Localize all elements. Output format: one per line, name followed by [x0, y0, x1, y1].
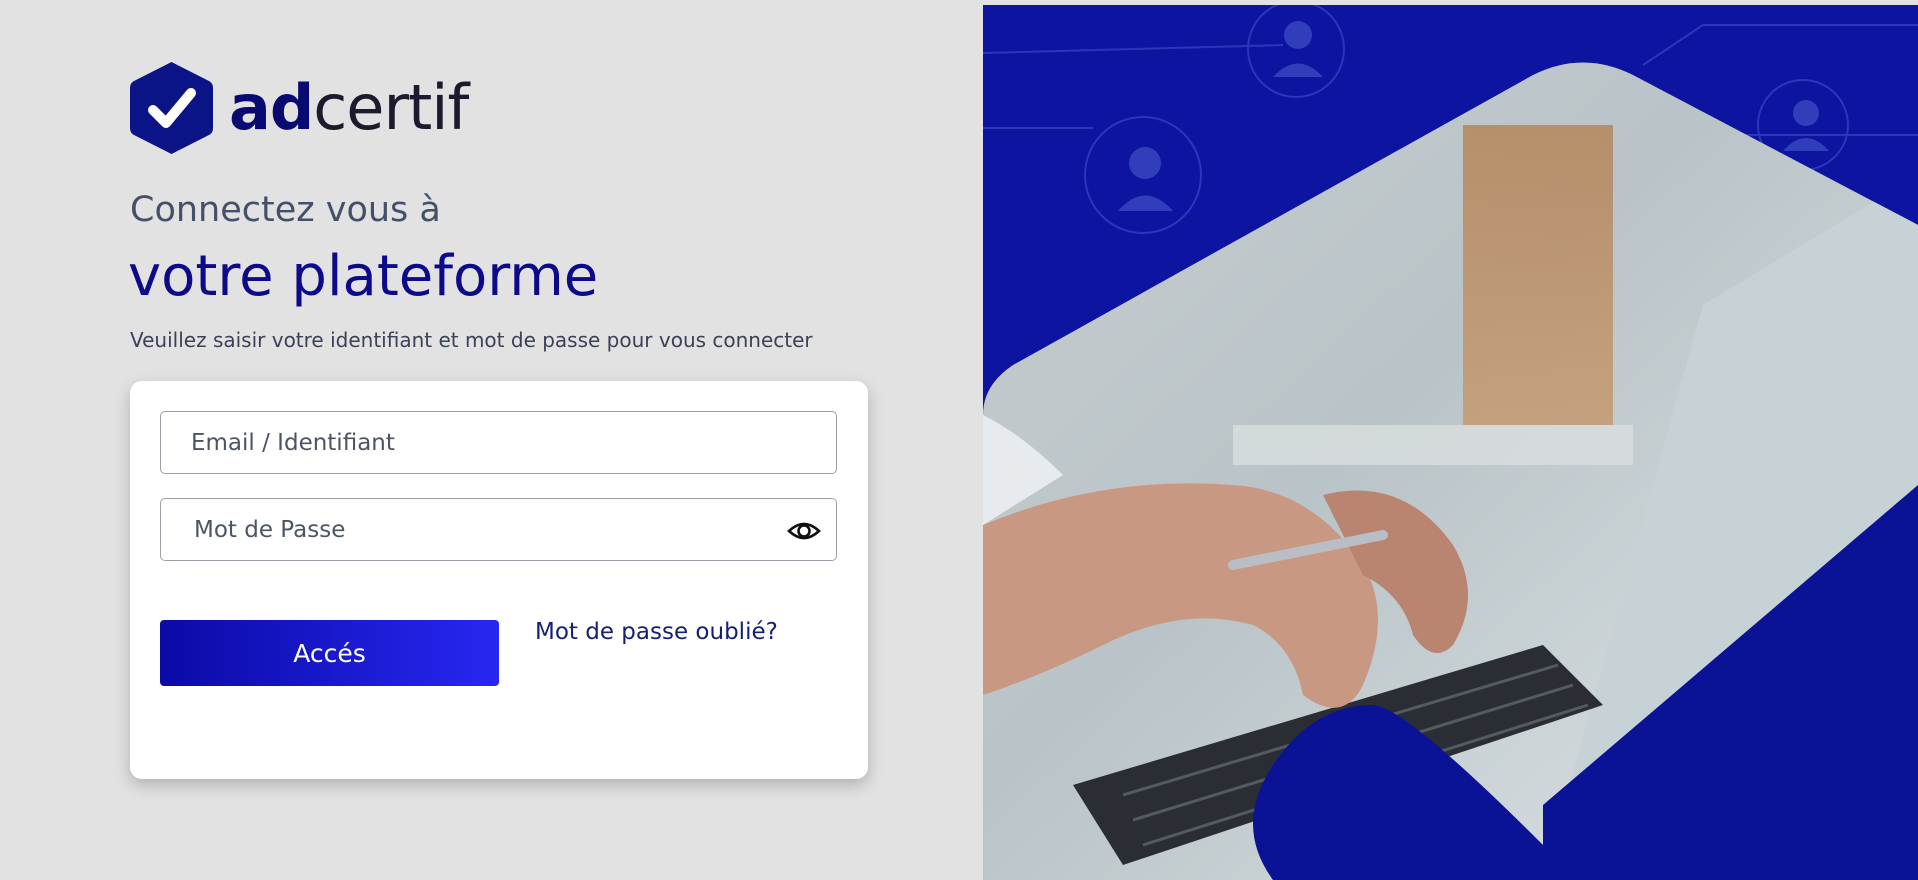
login-page: adcertif Connectez vous à votre platefor… — [0, 0, 1918, 880]
password-input[interactable] — [161, 499, 836, 560]
email-input[interactable] — [161, 412, 836, 473]
eye-icon[interactable] — [787, 514, 821, 548]
brand-name: adcertif — [229, 77, 469, 139]
login-card: Accés Mot de passe oublié? — [130, 381, 868, 779]
access-button[interactable]: Accés — [160, 620, 499, 686]
hero-illustration — [983, 5, 1918, 880]
check-hexagon-icon — [130, 62, 213, 154]
brand-name-bold: ad — [229, 71, 314, 144]
forgot-password-link[interactable]: Mot de passe oublié? — [535, 619, 778, 645]
heading-line-1: Connectez vous à — [130, 190, 441, 230]
password-field-wrapper — [160, 498, 837, 561]
email-field-wrapper — [160, 411, 837, 474]
heading-line-2: votre plateforme — [128, 244, 599, 309]
login-instructions: Veuillez saisir votre identifiant et mot… — [130, 328, 813, 352]
login-panel: adcertif Connectez vous à votre platefor… — [0, 0, 983, 880]
brand-logo: adcertif — [129, 60, 469, 156]
brand-name-light: certif — [313, 71, 469, 144]
hero-panel — [983, 5, 1918, 880]
